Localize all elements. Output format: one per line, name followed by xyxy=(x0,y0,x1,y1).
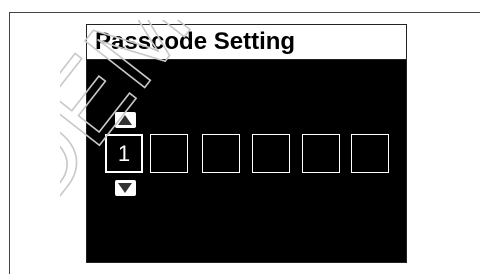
digit-box-3[interactable] xyxy=(202,134,240,173)
digit-decrement-button[interactable] xyxy=(115,180,136,196)
digit-increment-button[interactable] xyxy=(115,112,136,128)
arrow-down-icon xyxy=(118,183,132,193)
frame-left-border xyxy=(9,12,10,274)
screen-title: Passcode Setting xyxy=(95,28,296,55)
title-bar: Passcode Setting xyxy=(87,25,406,60)
digit-box-5[interactable] xyxy=(302,134,340,173)
page: Passcode Setting 1 DEMO xyxy=(0,0,480,274)
digit-box-6[interactable] xyxy=(351,134,389,173)
arrow-up-icon xyxy=(118,115,132,125)
frame-top-border xyxy=(9,12,480,13)
digit-box-2[interactable] xyxy=(150,134,188,173)
passcode-screen: Passcode Setting 1 xyxy=(86,24,407,263)
digit-box-1[interactable]: 1 xyxy=(105,134,143,173)
digit-box-4[interactable] xyxy=(252,134,290,173)
